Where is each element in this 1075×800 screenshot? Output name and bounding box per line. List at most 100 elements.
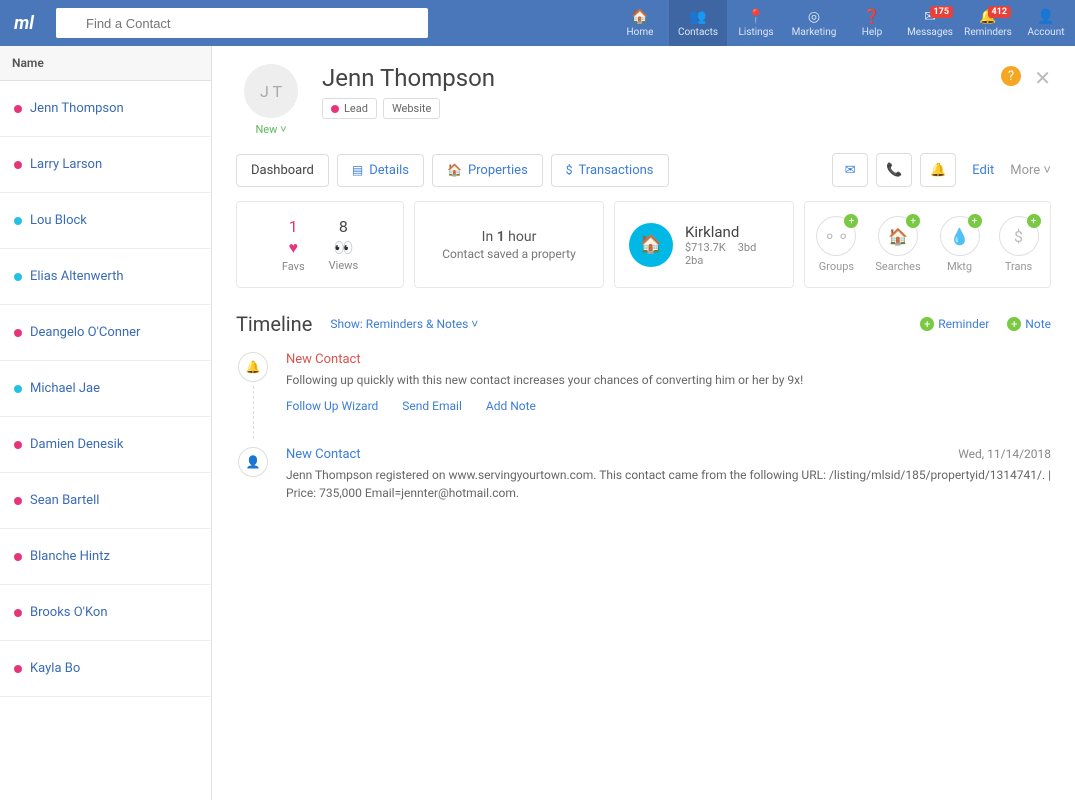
status-dot-icon	[14, 217, 22, 225]
reminder-button[interactable]: 🔔	[920, 153, 956, 187]
contact-list-item[interactable]: Kayla Bo	[0, 641, 211, 697]
timeline-item-title: New Contact	[286, 352, 1051, 367]
plus-icon: +	[1007, 317, 1021, 331]
searches-action[interactable]: 🏠+Searches	[875, 216, 920, 273]
contact-list-item[interactable]: Michael Jae	[0, 361, 211, 417]
add-note-link[interactable]: Add Note	[486, 399, 536, 413]
location-name: Kirkland	[685, 223, 756, 241]
timeline-item: 👤 New Contact Wed, 11/14/2018 Jenn Thomp…	[236, 447, 1051, 528]
timeline-item-title: New Contact	[286, 447, 361, 462]
contact-name: Sean Bartell	[30, 493, 99, 508]
app-logo[interactable]: ml	[0, 0, 48, 46]
groups-icon: ⚬⚬	[823, 227, 850, 246]
contact-list-item[interactable]: Lou Block	[0, 193, 211, 249]
edit-link[interactable]: Edit	[964, 163, 1002, 178]
contact-list-item[interactable]: Sean Bartell	[0, 473, 211, 529]
binoculars-icon: 👀	[329, 238, 358, 257]
status-dot-icon	[14, 161, 22, 169]
contact-name: Brooks O'Kon	[30, 605, 108, 620]
nav-label: Home	[627, 27, 654, 38]
contact-name: Jenn Thompson	[322, 64, 495, 92]
activity-time: In 1 hour	[482, 229, 537, 245]
nav-listings[interactable]: 📍Listings	[727, 0, 785, 46]
nav-label: Marketing	[792, 27, 837, 38]
nav-help[interactable]: ❓Help	[843, 0, 901, 46]
avatar: J T	[244, 64, 298, 118]
contact-name: Michael Jae	[30, 381, 100, 396]
status-dot-icon	[14, 609, 22, 617]
beds: 3bd	[738, 241, 757, 254]
plus-icon: +	[1027, 214, 1041, 228]
groups-action[interactable]: ⚬⚬+Groups	[816, 216, 856, 273]
contact-detail-panel: ? ✕ J T New ˅ Jenn Thompson Lead Website…	[212, 46, 1075, 800]
nav-home[interactable]: 🏠Home	[611, 0, 669, 46]
contact-list-item[interactable]: Blanche Hintz	[0, 529, 211, 585]
views-count: 8	[329, 217, 358, 236]
plus-icon: +	[906, 214, 920, 228]
nav-label: Help	[862, 27, 882, 38]
timeline-item-text: Jenn Thompson registered on www.servingy…	[286, 466, 1051, 502]
status-dot-icon	[14, 553, 22, 561]
email-button[interactable]: ✉	[832, 153, 868, 187]
help-badge[interactable]: ?	[1001, 66, 1021, 86]
mktg-action[interactable]: 💧+Mktg	[940, 216, 980, 273]
home-circle-icon: 🏠	[629, 223, 673, 267]
search-input[interactable]	[56, 8, 428, 38]
quick-actions-card: ⚬⚬+Groups 🏠+Searches 💧+Mktg $+Trans	[804, 201, 1051, 288]
plus-icon: +	[920, 317, 934, 331]
nav-label: Messages	[907, 27, 953, 38]
contact-name: Damien Denesik	[30, 437, 123, 452]
contact-name: Blanche Hintz	[30, 549, 110, 564]
add-note-link[interactable]: +Note	[1007, 317, 1051, 331]
trans-action[interactable]: $+Trans	[999, 216, 1039, 273]
nav-marketing[interactable]: ◎ Marketing	[785, 0, 843, 46]
activity-text: Contact saved a property	[442, 247, 576, 261]
contact-list-item[interactable]: Deangelo O'Conner	[0, 305, 211, 361]
more-dropdown[interactable]: More ˅	[1010, 162, 1051, 178]
tag-website[interactable]: Website	[383, 98, 440, 119]
status-dot-icon	[14, 105, 22, 113]
send-email-link[interactable]: Send Email	[402, 399, 462, 413]
user-icon: 👤	[1037, 9, 1054, 25]
stats-card: 1♥Favs 8👀Views	[236, 201, 404, 288]
contact-list-item[interactable]: Elias Altenwerth	[0, 249, 211, 305]
nav-label: Listings	[739, 27, 774, 38]
location-card[interactable]: 🏠 Kirkland $713.7K3bd 2ba	[614, 201, 794, 288]
drop-icon: 💧	[950, 227, 970, 246]
tag-lead[interactable]: Lead	[322, 98, 377, 119]
timeline-filter[interactable]: Show: Reminders & Notes ˅	[330, 317, 478, 331]
add-reminder-link[interactable]: +Reminder	[920, 317, 989, 331]
contact-list-item[interactable]: Brooks O'Kon	[0, 585, 211, 641]
nav-contacts[interactable]: 👥Contacts	[669, 0, 727, 46]
nav-reminders[interactable]: 🔔412Reminders	[959, 0, 1017, 46]
nav-messages[interactable]: ✉175Messages	[901, 0, 959, 46]
contact-name: Deangelo O'Conner	[30, 325, 140, 340]
baths: 2ba	[685, 254, 703, 267]
status-dot-icon	[14, 329, 22, 337]
status-dot-icon	[14, 385, 22, 393]
nav-account[interactable]: 👤 Account	[1017, 0, 1075, 46]
reminders-badge: 412	[988, 6, 1012, 18]
contact-list-item[interactable]: Larry Larson	[0, 137, 211, 193]
tab-details[interactable]: ▤Details	[337, 154, 424, 187]
tab-dashboard[interactable]: Dashboard	[236, 154, 329, 187]
favs-count: 1	[282, 217, 305, 236]
tab-transactions[interactable]: $Transactions	[551, 154, 669, 187]
target-icon: ◎	[808, 9, 820, 25]
top-nav: 🏠Home 👥Contacts 📍Listings ◎ Marketing ❓He…	[611, 0, 1075, 46]
new-dropdown[interactable]: New ˅	[255, 123, 286, 136]
status-dot-icon	[14, 441, 22, 449]
lead-dot-icon	[331, 105, 339, 113]
contact-name: Elias Altenwerth	[30, 269, 123, 284]
call-button[interactable]: 📞	[876, 153, 912, 187]
bell-icon: 🔔	[238, 352, 268, 382]
dollar-icon: $	[566, 163, 573, 177]
contact-name: Kayla Bo	[30, 661, 80, 676]
contact-list-item[interactable]: Damien Denesik	[0, 417, 211, 473]
nav-label: Account	[1027, 27, 1064, 38]
contact-list-item[interactable]: Jenn Thompson	[0, 81, 211, 137]
close-icon[interactable]: ✕	[1034, 66, 1051, 90]
users-icon: 👥	[689, 9, 706, 25]
follow-up-wizard-link[interactable]: Follow Up Wizard	[286, 399, 378, 413]
tab-properties[interactable]: 🏠Properties	[432, 154, 543, 187]
